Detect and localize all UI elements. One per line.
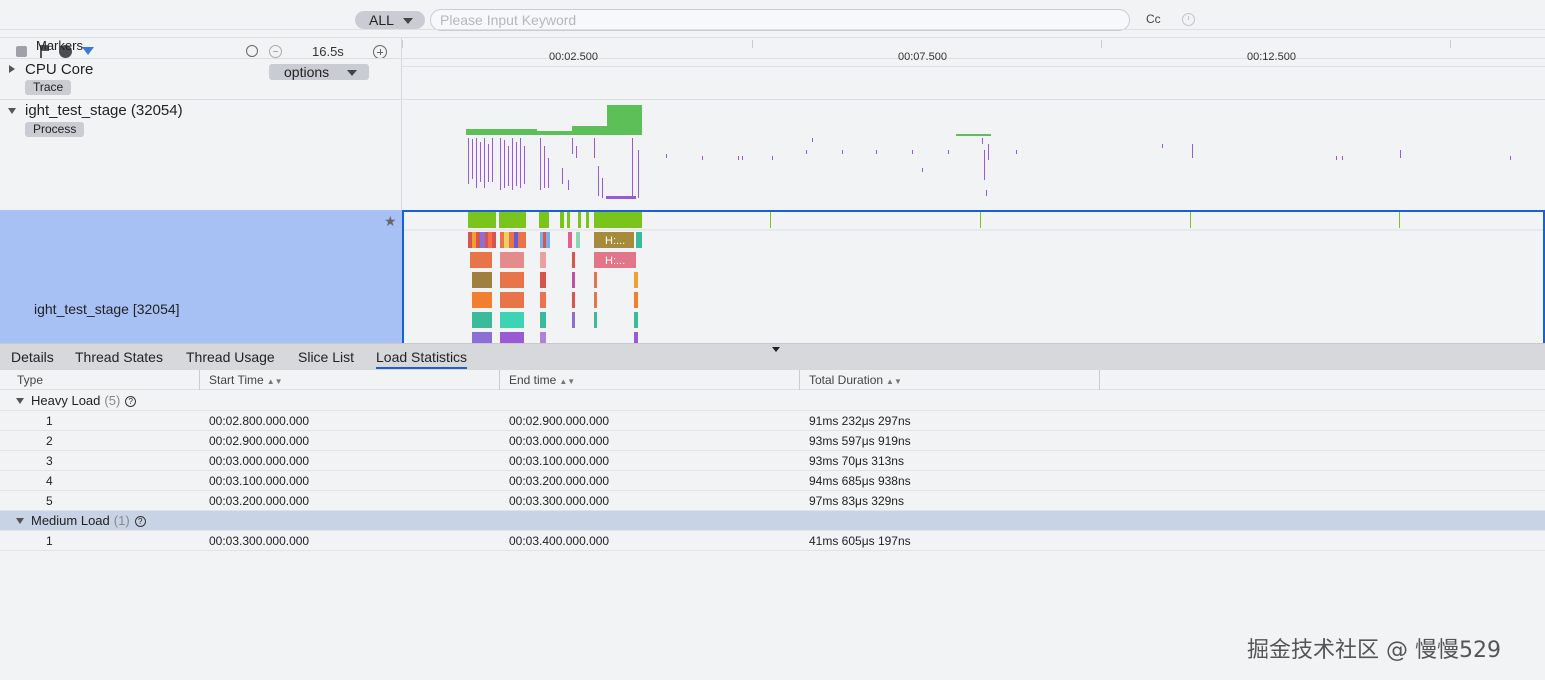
tab-details[interactable]: Details bbox=[11, 349, 54, 365]
cell-start: 00:03.200.000.000 bbox=[209, 494, 310, 508]
cell-duration: 93ms 70μs 313ns bbox=[809, 454, 904, 468]
process-title: ight_test_stage (32054) bbox=[25, 102, 183, 119]
thread-track-label[interactable]: ★ ight_test_stage [32054] bbox=[0, 210, 402, 343]
options-dropdown[interactable]: options bbox=[269, 64, 369, 80]
tab-load-statistics[interactable]: Load Statistics bbox=[376, 349, 468, 369]
cpu-usage-area bbox=[466, 105, 642, 135]
markers-label: Markers bbox=[36, 38, 83, 53]
options-label: options bbox=[284, 64, 330, 80]
cell-end: 00:03.100.000.000 bbox=[509, 454, 610, 468]
watermark: 掘金技术社区 @ 慢慢529 bbox=[1247, 638, 1501, 663]
cell-start: 00:03.100.000.000 bbox=[209, 474, 310, 488]
help-icon[interactable]: ? bbox=[134, 516, 146, 527]
cell-duration: 41ms 605μs 197ns bbox=[809, 534, 911, 548]
collapse-icon[interactable] bbox=[16, 398, 24, 404]
cell-start: 00:03.300.000.000 bbox=[209, 534, 310, 548]
search-input[interactable] bbox=[430, 9, 1130, 31]
column-label: Type bbox=[17, 373, 44, 387]
cell-start: 00:02.900.000.000 bbox=[209, 434, 310, 448]
group-row-medium-load[interactable]: Medium Load (1)? bbox=[0, 511, 1545, 531]
cell-end: 00:03.000.000.000 bbox=[509, 434, 610, 448]
trace-tag: Trace bbox=[25, 80, 72, 95]
collapse-icon[interactable] bbox=[8, 108, 16, 114]
chevron-down-icon bbox=[403, 18, 413, 24]
star-icon[interactable]: ★ bbox=[384, 213, 397, 230]
cell-start: 00:02.800.000.000 bbox=[209, 414, 310, 428]
collapse-handle-icon[interactable] bbox=[772, 347, 780, 352]
expand-icon[interactable] bbox=[9, 65, 15, 73]
tab-thread-states[interactable]: Thread States bbox=[75, 349, 163, 365]
sort-icon: ▲▼ bbox=[266, 377, 283, 386]
cell-end: 00:03.200.000.000 bbox=[509, 474, 610, 488]
table-row[interactable]: 1 00:03.300.000.000 00:03.400.000.000 41… bbox=[0, 531, 1545, 551]
collapse-icon[interactable] bbox=[16, 518, 24, 524]
match-case-button[interactable]: Cc bbox=[1146, 12, 1161, 26]
column-label: End time bbox=[509, 373, 557, 387]
table-row[interactable]: 5 00:03.200.000.000 00:03.300.000.000 97… bbox=[0, 491, 1545, 511]
cell-duration: 93ms 597μs 919ns bbox=[809, 434, 911, 448]
cell-end: 00:03.400.000.000 bbox=[509, 534, 610, 548]
timeline[interactable]: 00:02.500 00:07.500 00:12.500 H:... H:..… bbox=[402, 38, 1545, 343]
tab-thread-usage[interactable]: Thread Usage bbox=[186, 349, 275, 365]
tab-slice-list[interactable]: Slice List bbox=[298, 349, 354, 365]
column-label: Total Duration bbox=[809, 373, 884, 387]
scope-select[interactable]: ALL bbox=[355, 11, 425, 29]
column-label: Start Time bbox=[209, 373, 264, 387]
group-count: (1) bbox=[113, 513, 130, 528]
cell-duration: 97ms 83μs 329ns bbox=[809, 494, 904, 508]
group-name: Medium Load bbox=[31, 513, 110, 528]
group-count: (5) bbox=[104, 393, 121, 408]
scope-select-label: ALL bbox=[369, 12, 394, 28]
cell-end: 00:03.300.000.000 bbox=[509, 494, 610, 508]
selected-track-frame bbox=[402, 210, 1545, 343]
column-type[interactable]: Type bbox=[8, 370, 200, 390]
thread-name: ight_test_stage [32054] bbox=[34, 301, 180, 317]
cpu-usage-area bbox=[956, 134, 991, 136]
table-row[interactable]: 1 00:02.800.000.000 00:02.900.000.000 91… bbox=[0, 411, 1545, 431]
details-tabbar: Details Thread States Thread Usage Slice… bbox=[0, 343, 1545, 370]
cell-duration: 94ms 685μs 938ns bbox=[809, 474, 911, 488]
cell-id: 5 bbox=[46, 494, 53, 508]
cell-id: 1 bbox=[46, 414, 53, 428]
cell-id: 1 bbox=[46, 534, 53, 548]
cell-end: 00:02.900.000.000 bbox=[509, 414, 610, 428]
column-total-duration[interactable]: Total Duration ▲▼ bbox=[800, 370, 1100, 390]
chevron-down-icon bbox=[347, 70, 357, 76]
group-row-heavy-load[interactable]: Heavy Load (5)? bbox=[0, 391, 1545, 411]
help-icon[interactable]: ? bbox=[125, 396, 137, 407]
process-tag: Process bbox=[25, 122, 85, 137]
sort-icon: ▲▼ bbox=[559, 377, 576, 386]
cell-id: 2 bbox=[46, 434, 53, 448]
cell-duration: 91ms 232μs 297ns bbox=[809, 414, 911, 428]
process-slices bbox=[468, 138, 1511, 199]
table-row[interactable]: 3 00:03.000.000.000 00:03.100.000.000 93… bbox=[0, 451, 1545, 471]
column-start-time[interactable]: Start Time ▲▼ bbox=[200, 370, 500, 390]
sort-icon: ▲▼ bbox=[886, 377, 902, 386]
trace-viewer: ALL Cc 16.5s ★ ight_test_stage [32054] M… bbox=[0, 0, 1545, 680]
cell-start: 00:03.000.000.000 bbox=[209, 454, 310, 468]
table-row[interactable]: 4 00:03.100.000.000 00:03.200.000.000 94… bbox=[0, 471, 1545, 491]
cpu-core-title: CPU Core bbox=[25, 61, 94, 78]
history-icon[interactable] bbox=[1182, 13, 1195, 26]
table-row[interactable]: 2 00:02.900.000.000 00:03.000.000.000 93… bbox=[0, 431, 1545, 451]
table-header: Type Start Time ▲▼ End time ▲▼ Total Durat… bbox=[0, 370, 1545, 390]
group-name: Heavy Load bbox=[31, 393, 101, 408]
cell-id: 3 bbox=[46, 454, 53, 468]
cell-id: 4 bbox=[46, 474, 53, 488]
column-end-time[interactable]: End time ▲▼ bbox=[500, 370, 800, 390]
